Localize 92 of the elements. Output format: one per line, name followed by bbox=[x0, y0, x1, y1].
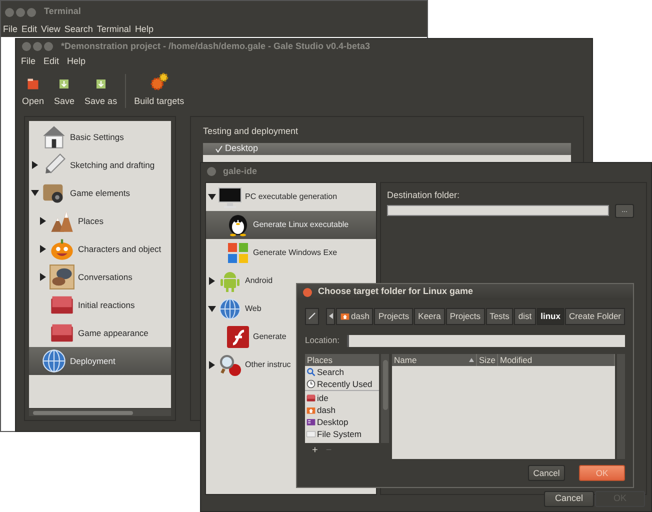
expander-arrow-icon[interactable] bbox=[208, 277, 216, 285]
search-icon bbox=[306, 367, 316, 377]
location-field[interactable] bbox=[346, 334, 625, 346]
tree-item[interactable]: Sketching and drafting bbox=[29, 151, 171, 179]
android-robot-icon bbox=[218, 269, 242, 293]
expander-arrow-icon[interactable] bbox=[208, 305, 216, 313]
house-icon bbox=[41, 124, 67, 150]
path-button[interactable]: dist bbox=[514, 308, 536, 324]
section-heading: Testing and deployment bbox=[203, 125, 300, 138]
menu-item[interactable]: Edit bbox=[22, 23, 38, 37]
window-title: gale-ide bbox=[223, 164, 258, 178]
places-item[interactable]: Recently Used bbox=[305, 378, 379, 390]
pen-icon bbox=[308, 312, 316, 320]
expander-arrow-icon[interactable] bbox=[39, 217, 47, 225]
path-button[interactable]: Projects bbox=[374, 308, 414, 324]
expander-arrow-icon[interactable] bbox=[39, 273, 47, 281]
menu-item[interactable]: Edit bbox=[44, 55, 60, 69]
places-item[interactable]: dash bbox=[305, 404, 379, 416]
path-button[interactable]: Tests bbox=[486, 308, 514, 324]
tree-item[interactable]: Game appearance bbox=[29, 319, 171, 347]
sort-arrow-icon bbox=[469, 358, 474, 362]
tree-item[interactable]: Generate Linux executable bbox=[206, 211, 376, 239]
cancel-button[interactable]: Cancel bbox=[528, 465, 565, 481]
gears-icon bbox=[148, 70, 170, 92]
toolbar-button[interactable]: Save bbox=[52, 74, 77, 108]
edit-location-button[interactable] bbox=[305, 308, 319, 324]
places-item[interactable]: ide bbox=[305, 392, 379, 404]
folder-icon bbox=[306, 393, 316, 403]
speech-bubbles-icon bbox=[49, 264, 75, 290]
clock-icon bbox=[306, 379, 316, 389]
tree-item[interactable]: Deployment bbox=[29, 347, 171, 375]
horizontal-scrollbar[interactable] bbox=[29, 409, 171, 416]
home-folder-icon bbox=[340, 311, 350, 321]
tree-item[interactable]: PC executable generation bbox=[206, 183, 376, 211]
dialog-title: Choose target folder for Linux game bbox=[318, 285, 474, 298]
list-row[interactable]: Desktop bbox=[203, 142, 571, 154]
cancel-button[interactable]: Cancel bbox=[544, 491, 594, 507]
menu-item[interactable]: Search bbox=[64, 23, 93, 37]
column-header[interactable]: Name bbox=[392, 354, 477, 366]
expander-arrow-icon[interactable] bbox=[208, 193, 216, 201]
window-title: Terminal bbox=[44, 5, 81, 18]
window-title: *Demonstration project - /home/dash/demo.gale - Gale Studio v0.4-beta3 bbox=[61, 40, 370, 53]
drive-icon bbox=[306, 429, 316, 439]
penguin-icon bbox=[226, 213, 250, 237]
menu-item[interactable]: File bbox=[21, 55, 36, 69]
toolbar-button[interactable]: Save as bbox=[82, 74, 120, 108]
expander-arrow-icon[interactable] bbox=[208, 361, 216, 369]
field-label: Destination folder: bbox=[387, 189, 461, 202]
globe-icon bbox=[218, 297, 242, 321]
create-folder-button[interactable]: Create Folder bbox=[565, 308, 625, 324]
field-label: Location: bbox=[305, 334, 340, 347]
expander-arrow-icon[interactable] bbox=[31, 161, 39, 169]
menu-item[interactable]: Help bbox=[67, 55, 86, 69]
globe-icon bbox=[41, 348, 67, 374]
menu-item[interactable]: View bbox=[41, 23, 60, 37]
path-button[interactable]: linux bbox=[536, 308, 564, 324]
places-item[interactable]: File System bbox=[305, 428, 379, 440]
places-item[interactable]: Search bbox=[305, 366, 379, 378]
path-button[interactable]: dash bbox=[336, 308, 374, 324]
tree-item[interactable]: Conversations bbox=[29, 263, 171, 291]
places-item[interactable]: Desktop bbox=[305, 416, 379, 428]
path-button[interactable]: Keera bbox=[414, 308, 445, 324]
column-header[interactable]: Modified bbox=[498, 354, 615, 366]
home-folder-icon bbox=[306, 405, 316, 415]
desktop-icon bbox=[306, 417, 316, 427]
expander-arrow-icon[interactable] bbox=[31, 189, 39, 197]
checkbox[interactable] bbox=[215, 144, 223, 152]
tree-item[interactable]: Game elements bbox=[29, 179, 171, 207]
left-arrow-icon bbox=[328, 313, 332, 319]
tree-item[interactable]: Characters and object bbox=[29, 235, 171, 263]
column-header[interactable]: Size bbox=[477, 354, 498, 366]
magnifier-icon bbox=[218, 353, 242, 377]
tree-item[interactable]: Places bbox=[29, 207, 171, 235]
toolbar-button[interactable]: Build targets bbox=[132, 70, 186, 108]
windows-flag-icon bbox=[226, 241, 250, 265]
menu-item[interactable]: File bbox=[3, 23, 18, 37]
tree-item[interactable]: Initial reactions bbox=[29, 291, 171, 319]
path-back-button[interactable] bbox=[326, 308, 335, 324]
add-button[interactable]: + bbox=[312, 444, 318, 458]
menu-item[interactable]: Terminal bbox=[96, 23, 131, 37]
vertical-scrollbar[interactable] bbox=[381, 354, 389, 443]
expander-arrow-icon[interactable] bbox=[39, 245, 47, 253]
path-button[interactable]: Projects bbox=[446, 308, 485, 324]
menu-item[interactable]: Help bbox=[134, 23, 154, 37]
destination-field[interactable] bbox=[387, 205, 609, 216]
column-header[interactable]: Places bbox=[305, 354, 379, 366]
close-button[interactable] bbox=[303, 288, 312, 296]
toolbar-button[interactable]: Open bbox=[20, 74, 46, 108]
tree-item[interactable]: Basic Settings bbox=[29, 123, 171, 151]
flash-icon bbox=[226, 325, 250, 349]
tree-item[interactable]: Generate Windows Exe bbox=[206, 239, 376, 267]
monitor-icon bbox=[218, 185, 242, 209]
